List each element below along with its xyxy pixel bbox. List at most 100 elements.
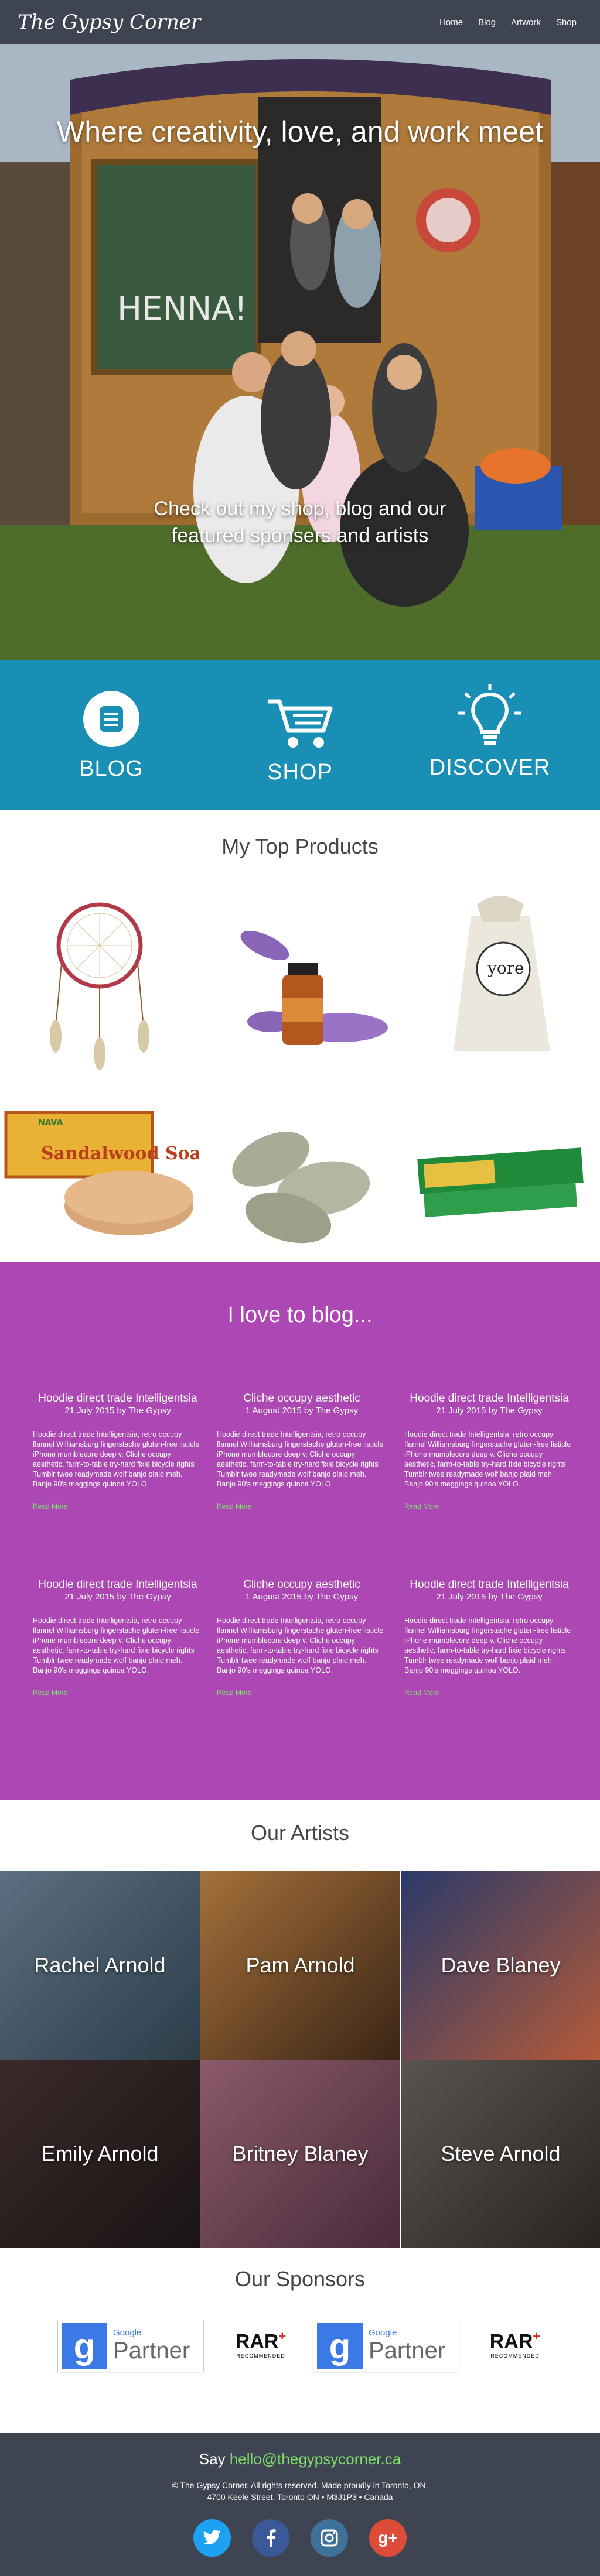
post-title[interactable]: Cliche occupy aesthetic: [217, 1392, 387, 1406]
sponsor-google-partner[interactable]: g Google Partner: [313, 2320, 459, 2372]
post-meta: 1 August 2015 by The Gypsy: [245, 1406, 359, 1416]
blog-post: Hoodie direct trade Intelligentsia 21 Ju…: [404, 1578, 574, 1698]
nav-shop[interactable]: Shop: [556, 18, 577, 28]
artist-name: Steve Arnold: [441, 2142, 561, 2166]
sandalwood-soap-image: NAVA Sandalwood Soap: [4, 1111, 213, 1235]
post-excerpt: Hoodie direct trade Intelligentsia, retr…: [33, 1616, 200, 1674]
product-yore-soap[interactable]: yore: [401, 881, 600, 1071]
blog-section: I love to blog... Hoodie direct trade In…: [0, 1262, 600, 1800]
post-excerpt: Hoodie direct trade Intelligentsia, retr…: [217, 1430, 384, 1488]
cart-icon: [268, 699, 333, 748]
sage-image: [232, 1132, 370, 1244]
soap-bag-image: yore: [454, 896, 550, 1051]
facebook-icon[interactable]: [252, 2519, 289, 2557]
read-more-link[interactable]: Read More: [33, 1502, 67, 1510]
google-g-icon: g: [62, 2323, 107, 2369]
sponsor-rar[interactable]: RAR+ RECOMMENDED: [483, 2329, 547, 2359]
read-more-link[interactable]: Read More: [404, 1502, 439, 1510]
post-excerpt: Hoodie direct trade Intelligentsia, retr…: [404, 1616, 571, 1674]
feature-blog[interactable]: BLOG: [41, 690, 182, 782]
feature-shop[interactable]: SHOP: [230, 696, 370, 785]
sponsor-google-partner[interactable]: g Google Partner: [57, 2320, 204, 2372]
google-big-text: Partner: [369, 2338, 446, 2363]
google-small-text: Google: [113, 2328, 142, 2338]
rar-plus: +: [533, 2329, 541, 2344]
artist-card[interactable]: Dave Blaney: [401, 1871, 600, 2060]
contact-line: Say hello@thegypsycorner.ca: [0, 2450, 600, 2468]
artist-name: Pam Arnold: [246, 1953, 355, 1977]
nav-home[interactable]: Home: [439, 18, 463, 28]
incense-image: [417, 1147, 584, 1218]
product-dreamcatcher[interactable]: [0, 881, 199, 1071]
post-title[interactable]: Hoodie direct trade Intelligentsia: [33, 1578, 203, 1592]
post-title[interactable]: Hoodie direct trade Intelligentsia: [33, 1392, 203, 1406]
feature-label: BLOG: [79, 756, 144, 781]
products-title: My Top Products: [221, 834, 379, 858]
post-meta: 21 July 2015 by The Gypsy: [436, 1592, 543, 1602]
blog-post: Cliche occupy aesthetic 1 August 2015 by…: [217, 1578, 387, 1698]
artist-name: Rachel Arnold: [34, 1953, 166, 1977]
copyright-text: © The Gypsy Corner. All rights reserved.…: [172, 2481, 428, 2490]
yore-label: yore: [487, 958, 524, 978]
product-lavender-oil[interactable]: [200, 881, 400, 1071]
henna-sign-text: HENNA!: [117, 290, 247, 328]
nav-blog[interactable]: Blog: [478, 18, 496, 28]
artist-name: Emily Arnold: [41, 2142, 159, 2166]
post-title[interactable]: Cliche occupy aesthetic: [217, 1578, 387, 1592]
read-more-link[interactable]: Read More: [404, 1688, 439, 1697]
google-small-text: Google: [369, 2328, 397, 2338]
artist-card[interactable]: Britney Blaney: [200, 2060, 400, 2248]
document-icon: [83, 691, 139, 747]
rar-sub: RECOMMENDED: [236, 2353, 285, 2359]
post-meta: 21 July 2015 by The Gypsy: [64, 1406, 171, 1416]
artists-title: Our Artists: [250, 1821, 350, 1845]
read-more-link[interactable]: Read More: [217, 1502, 251, 1510]
sponsors-title: Our Sponsors: [234, 2267, 366, 2291]
artist-card[interactable]: Steve Arnold: [401, 2060, 600, 2248]
artist-card[interactable]: Rachel Arnold: [0, 1871, 200, 2060]
post-excerpt: Hoodie direct trade Intelligentsia, retr…: [404, 1430, 571, 1488]
instagram-icon[interactable]: [311, 2519, 348, 2557]
artist-card[interactable]: Pam Arnold: [200, 1871, 400, 2060]
blog-post: Hoodie direct trade Intelligentsia 21 Ju…: [33, 1578, 203, 1698]
artist-name: Dave Blaney: [441, 1953, 561, 1977]
twitter-icon[interactable]: [193, 2519, 231, 2557]
soap-label: Sandalwood Soap: [41, 1143, 199, 1164]
lavender-oil-image: [240, 930, 388, 1045]
email-link[interactable]: hello@thegypsycorner.ca: [230, 2450, 401, 2468]
copyright-block: © The Gypsy Corner. All rights reserved.…: [0, 2479, 600, 2503]
google-plus-icon[interactable]: g+: [369, 2519, 407, 2557]
post-excerpt: Hoodie direct trade Intelligentsia, retr…: [217, 1616, 384, 1674]
post-meta: 21 July 2015 by The Gypsy: [436, 1406, 543, 1416]
post-meta: 1 August 2015 by The Gypsy: [245, 1592, 359, 1602]
nav-artwork[interactable]: Artwork: [511, 18, 541, 28]
rar-name: RAR: [235, 2330, 279, 2353]
sponsor-rar[interactable]: RAR+ RECOMMENDED: [229, 2329, 293, 2359]
post-title[interactable]: Hoodie direct trade Intelligentsia: [404, 1578, 574, 1592]
feature-discover[interactable]: DISCOVER: [420, 684, 560, 780]
brand-logo[interactable]: The Gypsy Corner: [18, 11, 200, 34]
address-text: 4700 Keele Street, Toronto ON • M3J1P3 •…: [207, 2492, 393, 2502]
google-big-text: Partner: [113, 2338, 190, 2363]
main-nav: Home Blog Artwork Shop: [439, 18, 577, 28]
products-grid: yore NAVA Sandalwood Soap: [0, 881, 600, 1262]
read-more-link[interactable]: Read More: [217, 1688, 251, 1697]
hero-banner: HENNA! Where creativity, love, and work …: [0, 44, 600, 660]
artist-card[interactable]: Emily Arnold: [0, 2060, 200, 2248]
blog-post: Hoodie direct trade Intelligentsia 21 Ju…: [33, 1392, 203, 1512]
artist-name: Britney Blaney: [232, 2142, 369, 2166]
product-incense[interactable]: [401, 1071, 600, 1262]
post-title[interactable]: Hoodie direct trade Intelligentsia: [404, 1392, 574, 1406]
product-sage-bundles[interactable]: [200, 1071, 400, 1262]
post-meta: 21 July 2015 by The Gypsy: [64, 1592, 171, 1602]
top-navbar: The Gypsy Corner Home Blog Artwork Shop: [0, 0, 600, 44]
blog-post: Hoodie direct trade Intelligentsia 21 Ju…: [404, 1392, 574, 1512]
lightbulb-icon: [458, 684, 521, 745]
soap-brand: NAVA: [38, 1118, 63, 1128]
blog-post: Cliche occupy aesthetic 1 August 2015 by…: [217, 1392, 387, 1512]
read-more-link[interactable]: Read More: [33, 1688, 67, 1697]
product-sandalwood-soap[interactable]: NAVA Sandalwood Soap: [0, 1071, 213, 1262]
rar-sub: RECOMMENDED: [490, 2353, 540, 2359]
feature-label: SHOP: [267, 760, 333, 785]
blog-title: I love to blog...: [227, 1303, 373, 1327]
